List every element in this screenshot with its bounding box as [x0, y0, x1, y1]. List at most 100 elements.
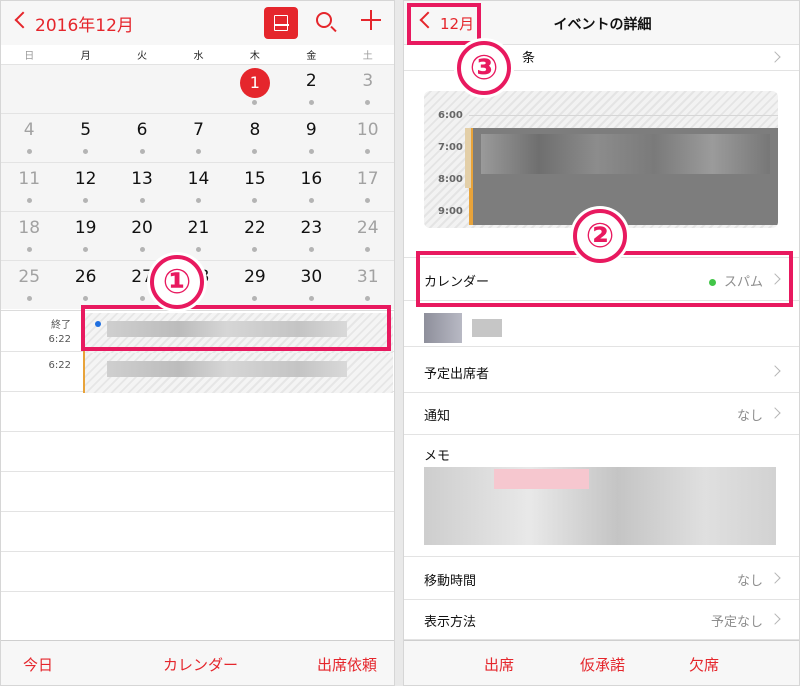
decline-button[interactable]: 欠席 — [689, 654, 719, 675]
calendars-tab[interactable]: カレンダー — [163, 654, 238, 675]
notes-content-redacted — [424, 467, 776, 545]
day-cell[interactable]: 30 — [283, 261, 339, 309]
empty-day-cell — [114, 65, 170, 113]
day-number: 22 — [244, 218, 266, 238]
day-number: 4 — [23, 120, 35, 140]
event-indicator-dot — [195, 198, 201, 203]
show-as-row-label: 表示方法 — [424, 615, 477, 630]
divider — [1, 471, 394, 472]
event-indicator-dot — [365, 247, 371, 252]
day-number: 13 — [131, 169, 153, 189]
day-cell[interactable]: 17 — [340, 163, 394, 211]
timeline-gridline — [469, 115, 778, 116]
maybe-button[interactable]: 仮承諾 — [580, 654, 625, 675]
day-cell[interactable]: 20 — [114, 212, 170, 260]
invitees-row[interactable]: 予定出席者 — [404, 351, 799, 393]
today-tab[interactable]: 今日 — [23, 654, 53, 675]
accept-button[interactable]: 出席 — [484, 654, 514, 675]
day-cell[interactable]: 8 — [227, 114, 283, 162]
day-number: 20 — [131, 218, 153, 238]
day-cell[interactable]: 21 — [170, 212, 226, 260]
chevron-right-icon — [769, 51, 781, 63]
day-cell[interactable]: 18 — [1, 212, 57, 260]
repeat-row-label: 条 — [522, 51, 536, 66]
step-badge-3: ③ — [457, 41, 511, 95]
day-number: 14 — [187, 169, 210, 189]
highlight-event-callout — [81, 305, 391, 351]
day-number: 21 — [187, 218, 210, 238]
day-number: 24 — [356, 218, 379, 238]
empty-day-cell — [57, 65, 113, 113]
event-indicator-dot — [252, 296, 258, 301]
highlight-back-callout — [407, 3, 481, 45]
day-cell[interactable]: 14 — [170, 163, 226, 211]
day-cell[interactable]: 10 — [340, 114, 394, 162]
day-cell[interactable]: 12 — [57, 163, 113, 211]
travel-time-row-value: なし — [736, 574, 763, 589]
day-cell[interactable]: 19 — [57, 212, 113, 260]
event-indicator-dot — [83, 149, 89, 154]
day-cell[interactable]: 2 — [283, 65, 339, 113]
day-number: 11 — [18, 169, 41, 189]
event-indicator-dot — [195, 247, 201, 252]
day-cell[interactable]: 15 — [227, 163, 283, 211]
event-time: 6:22 — [48, 334, 71, 345]
event-indicator-dot — [308, 100, 314, 105]
inbox-tab[interactable]: 出席依頼 — [317, 654, 377, 675]
day-cell[interactable]: 16 — [283, 163, 339, 211]
day-number: 8 — [249, 120, 261, 140]
organizer-name-redacted — [472, 319, 502, 337]
add-event-icon[interactable] — [361, 10, 381, 30]
travel-time-row[interactable]: 移動時間 なし — [404, 558, 799, 600]
day-number: 15 — [244, 169, 266, 189]
day-cell[interactable]: 7 — [170, 114, 226, 162]
event-indicator-dot — [252, 247, 258, 252]
chevron-right-icon — [769, 572, 781, 584]
day-cell[interactable]: 3 — [340, 65, 394, 113]
step-badge-1: ① — [150, 255, 204, 309]
weekday-label: 金 — [306, 51, 317, 62]
show-as-row[interactable]: 表示方法 予定なし — [404, 600, 799, 640]
day-number: 2 — [305, 71, 317, 91]
event-indicator-dot — [365, 100, 371, 105]
day-number: 9 — [305, 120, 317, 140]
timeline-hour-label: 9:00 — [438, 206, 463, 217]
day-cell[interactable]: 11 — [1, 163, 57, 211]
list-view-toggle-button[interactable] — [264, 7, 298, 39]
day-cell[interactable]: 31 — [340, 261, 394, 309]
day-cell[interactable]: 22 — [227, 212, 283, 260]
week-row: 1 2 3 — [1, 64, 394, 113]
day-number: 17 — [356, 169, 379, 189]
chevron-left-icon[interactable] — [14, 11, 32, 29]
show-as-row-value: 予定なし — [710, 615, 763, 630]
calendar-month-panel: 2016年12月 日 月 火 水 木 金 土 1 2 3 4 5 6 7 8 9 10 11 12 13… — [0, 0, 395, 686]
search-icon[interactable] — [316, 12, 332, 28]
day-cell[interactable]: 26 — [57, 261, 113, 309]
event-end-label: 終了 — [51, 320, 71, 331]
day-cell[interactable]: 25 — [1, 261, 57, 309]
day-cell[interactable]: 6 — [114, 114, 170, 162]
day-cell[interactable]: 1 — [227, 65, 283, 113]
divider — [1, 551, 394, 552]
day-cell[interactable]: 9 — [283, 114, 339, 162]
event-indicator-dot — [139, 149, 145, 154]
event-item[interactable] — [83, 353, 393, 393]
day-cell[interactable]: 24 — [340, 212, 394, 260]
timeline-event-accent — [465, 128, 471, 188]
day-cell[interactable]: 23 — [283, 212, 339, 260]
event-indicator-dot — [308, 198, 314, 203]
divider — [1, 511, 394, 512]
day-cell[interactable]: 13 — [114, 163, 170, 211]
day-cell[interactable]: 29 — [227, 261, 283, 309]
event-indicator-dot — [252, 198, 258, 203]
timeline-event-block — [469, 128, 778, 225]
calendar-nav-bar: 2016年12月 — [1, 1, 394, 45]
day-cell[interactable]: 5 — [57, 114, 113, 162]
weekday-label: 水 — [193, 51, 204, 62]
month-title-button[interactable]: 2016年12月 — [35, 11, 134, 36]
divider — [1, 591, 394, 592]
day-cell[interactable]: 4 — [1, 114, 57, 162]
event-indicator-dot — [365, 149, 371, 154]
event-indicator-dot — [83, 247, 89, 252]
alert-row[interactable]: 通知 なし — [404, 393, 799, 435]
